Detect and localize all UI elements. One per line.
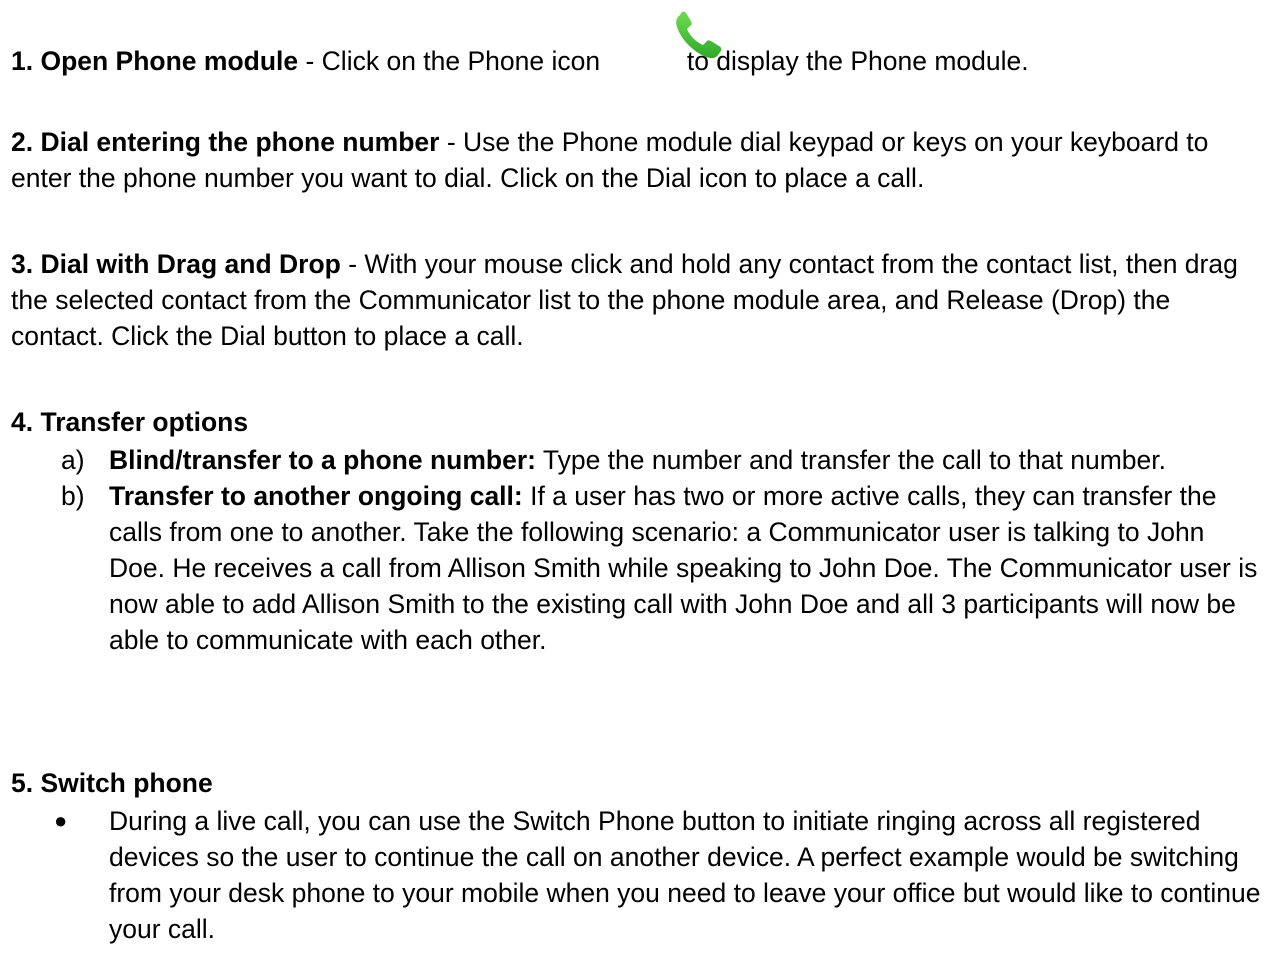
section-heading: 1. Open Phone module	[11, 46, 299, 76]
list-item-title: Blind/transfer to a phone number:	[109, 445, 536, 475]
list-marker: a)	[61, 445, 85, 475]
phone-handset-icon	[668, 7, 740, 65]
section-heading: 2. Dial entering the phone number	[11, 127, 440, 157]
list-item-text: Type the number and transfer the call to…	[535, 445, 1166, 475]
list-item-text: During a live call, you can use the Swit…	[109, 806, 1261, 944]
section-drag-and-drop: 3. Dial with Drag and Drop - With your m…	[11, 246, 1261, 354]
bullet-icon: ●	[54, 808, 68, 833]
section-open-phone-module: 1. Open Phone module - Click on the Phon…	[11, 43, 1261, 79]
switch-phone-list: ● During a live call, you can use the Sw…	[11, 803, 1261, 947]
section-dial-phone-number: 2. Dial entering the phone number - Use …	[11, 124, 1261, 196]
list-item: a) Blind/transfer to a phone number: Typ…	[11, 442, 1261, 478]
list-item-title: Transfer to another ongoing call:	[109, 481, 523, 511]
transfer-options-list: a) Blind/transfer to a phone number: Typ…	[11, 442, 1261, 658]
list-item: ● During a live call, you can use the Sw…	[11, 803, 1261, 947]
section-heading: 3. Dial with Drag and Drop	[11, 249, 341, 279]
section-heading: 5. Switch phone	[11, 768, 213, 798]
list-marker: b)	[61, 481, 85, 511]
section-text: - Click on the Phone icon	[298, 46, 608, 76]
section-switch-phone: 5. Switch phone	[11, 765, 1261, 801]
section-heading: 4. Transfer options	[11, 407, 249, 437]
list-item: b) Transfer to another ongoing call: If …	[11, 478, 1261, 658]
section-transfer-options: 4. Transfer options	[11, 404, 1261, 440]
